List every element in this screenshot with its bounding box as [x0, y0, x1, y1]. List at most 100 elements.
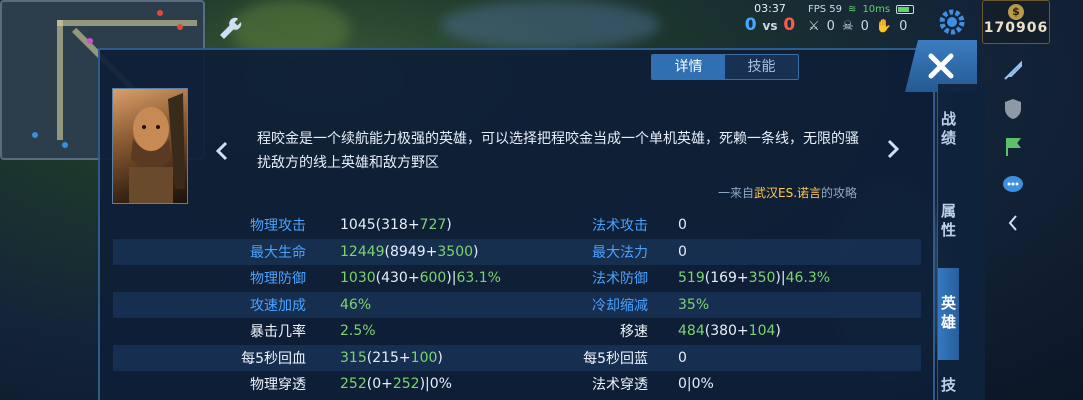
- detail-tabs: 详情 技能: [651, 54, 799, 80]
- stat-value-part: 46.3%: [785, 270, 831, 287]
- stat-value-part: 252: [392, 376, 420, 393]
- tab-skill[interactable]: 技: [938, 360, 959, 400]
- chevron-left-icon: [215, 141, 228, 161]
- gold-amount: 170906: [983, 20, 1049, 36]
- stat-label: 最大法力: [592, 244, 648, 261]
- stat-label: 最大生命: [250, 244, 306, 261]
- stat-label: 物理攻击: [250, 218, 306, 235]
- stat-value: 484(380+104): [648, 323, 781, 339]
- credit-suffix: 的攻略: [821, 186, 858, 200]
- stat-value: 519(169+350)|46.3%: [648, 270, 830, 286]
- stat-value-part: 1030: [340, 270, 376, 287]
- tab-skills[interactable]: 技能: [725, 55, 798, 79]
- stat-value-part: 2.5%: [340, 323, 376, 340]
- stat-value: 1030(430+600)|63.1%: [310, 270, 563, 286]
- stat-value: 35%: [648, 297, 709, 313]
- stat-value: 252(0+252)|0%: [310, 376, 563, 392]
- stat-label: 每5秒回血: [241, 350, 306, 367]
- stat-value: 0|0%: [648, 376, 714, 392]
- stat-value-part: 350: [748, 270, 776, 287]
- blue-team-kills: 0: [744, 15, 757, 35]
- shield-icon[interactable]: [998, 94, 1028, 124]
- wrench-icon[interactable]: [213, 12, 247, 46]
- chevron-left-icon[interactable]: [998, 208, 1028, 238]
- stat-row: 每5秒回血 315(215+100) 每5秒回蓝 0: [113, 344, 921, 371]
- stat-label: 攻速加成: [250, 297, 306, 314]
- stat-value-part: ): [775, 323, 781, 340]
- attribute-table: 物理攻击 1045(318+727) 法术攻击 0 最大生命 12449(8949+350…: [113, 212, 921, 398]
- stat-value-part: 0: [678, 217, 687, 234]
- stat-value-part: 3500: [437, 243, 474, 260]
- stat-value-part: 1045(: [340, 217, 382, 234]
- stat-value-part: 100: [410, 349, 438, 366]
- stat-label: 物理防御: [250, 271, 306, 288]
- flag-icon[interactable]: [998, 132, 1028, 162]
- stat-value-part: (169+: [704, 270, 749, 287]
- sword-icon[interactable]: [998, 56, 1028, 86]
- stat-value-part: ): [473, 243, 479, 260]
- stat-value-part: (380+: [704, 323, 749, 340]
- stat-label: 法术防御: [592, 271, 648, 288]
- guide-credit: 一来自武汉ES.诺言的攻略: [718, 184, 857, 201]
- assists-count: 0: [899, 19, 908, 34]
- stat-label: 移速: [620, 324, 648, 341]
- stat-value-part: )|: [775, 270, 786, 287]
- stat-label: 暴击几率: [250, 324, 306, 341]
- vs-label: vs: [762, 19, 778, 33]
- fps-counter: FPS 59: [808, 4, 843, 15]
- side-tabs: 战绩 属性 英雄 技: [937, 84, 985, 400]
- stat-value-part: 35%: [678, 296, 710, 313]
- tab-details[interactable]: 详情: [652, 55, 725, 79]
- stat-value: 0: [648, 217, 687, 233]
- hero-portrait: [112, 88, 188, 204]
- stat-value-part: 104: [748, 323, 776, 340]
- stat-label: 法术攻击: [592, 218, 648, 235]
- credit-author[interactable]: 武汉ES.诺言: [754, 186, 821, 200]
- stat-value-part: 63.1%: [456, 270, 501, 287]
- stat-label: 法术穿透: [592, 377, 648, 394]
- chat-icon[interactable]: [998, 170, 1028, 200]
- settings-gear-icon[interactable]: [932, 2, 972, 42]
- stat-value: 315(215+100): [310, 350, 563, 366]
- stat-value-part: ): [437, 349, 443, 366]
- tab-record[interactable]: 战绩: [938, 84, 959, 176]
- death-icon: ☠: [841, 19, 854, 34]
- kills-count: 0: [826, 19, 835, 34]
- chevron-right-icon: [887, 139, 900, 159]
- stat-value-part: 0: [678, 349, 687, 366]
- credit-prefix: 一来自: [718, 186, 755, 200]
- stat-row: 物理穿透 252(0+252)|0% 法术穿透 0|0%: [113, 371, 921, 398]
- stat-value: 2.5%: [310, 323, 563, 339]
- stat-label: 每5秒回蓝: [583, 350, 648, 367]
- red-team-kills: 0: [783, 15, 796, 35]
- hero-description: 程咬金是一个续航能力极强的英雄，可以选择把程咬金当成一个单机英雄，死赖一条线，无…: [257, 131, 859, 171]
- prev-arrow-button[interactable]: [212, 136, 232, 166]
- stat-value-part: ): [446, 217, 452, 234]
- stat-value: 46%: [310, 297, 563, 313]
- stat-value-part: 519: [678, 270, 705, 287]
- wifi-icon: ≋: [848, 4, 857, 15]
- stat-value-part: 252: [340, 376, 367, 393]
- deaths-count: 0: [860, 19, 869, 34]
- tab-attributes[interactable]: 属性: [938, 176, 959, 268]
- stat-value-part: 46%: [340, 296, 372, 313]
- close-icon: [928, 53, 954, 79]
- stat-value: 1045(318+727): [310, 217, 563, 233]
- next-arrow-button[interactable]: [883, 134, 903, 164]
- stat-value-part: (430+: [375, 270, 420, 287]
- gold-counter: $ 170906: [982, 0, 1050, 44]
- background-scenery: [440, 0, 660, 50]
- stat-row: 物理攻击 1045(318+727) 法术攻击 0: [113, 212, 921, 239]
- coin-icon: $: [1008, 4, 1024, 20]
- stat-value-part: 727: [419, 217, 447, 234]
- stat-value-part: 318+: [381, 217, 420, 234]
- stat-value-part: (0+: [366, 376, 393, 393]
- kill-icon: ⚔: [808, 19, 820, 34]
- battery-icon: [896, 5, 915, 14]
- stat-value: 0: [648, 244, 687, 260]
- stat-value-part: 0|0%: [678, 376, 714, 393]
- stat-value-part: )|0%: [419, 376, 452, 393]
- stat-value: 0: [648, 350, 687, 366]
- stat-label: 物理穿透: [250, 377, 306, 394]
- tab-hero[interactable]: 英雄: [938, 268, 959, 360]
